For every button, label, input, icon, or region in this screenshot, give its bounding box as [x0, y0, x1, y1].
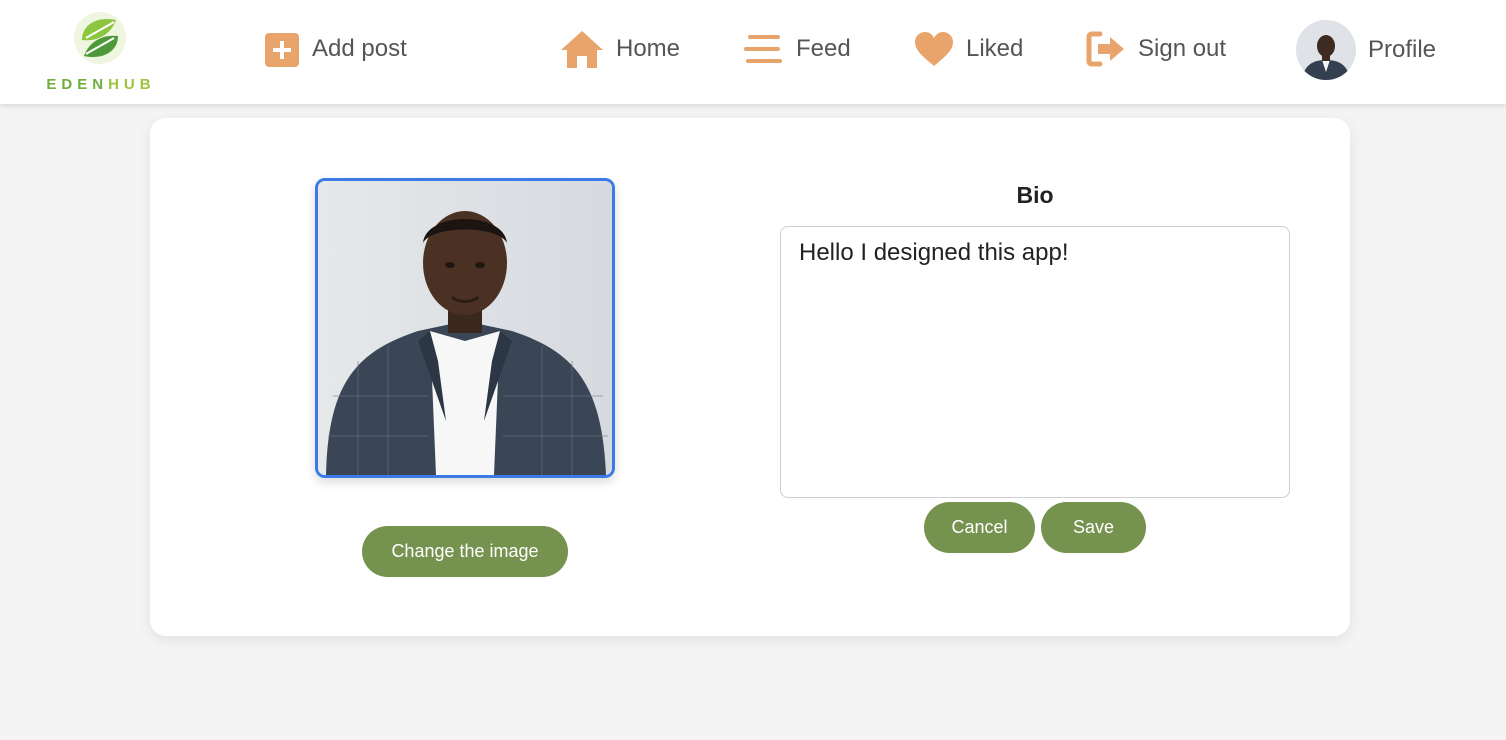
- nav-feed-label: Feed: [796, 35, 851, 62]
- leaf-logo-icon: [74, 12, 126, 64]
- bio-textarea[interactable]: Hello I designed this app!: [780, 226, 1290, 498]
- nav-home-label: Home: [616, 35, 681, 62]
- top-navbar: EDENHUB Add post Home Feed Liked Sign ou…: [0, 0, 1506, 104]
- nav-add-post[interactable]: Add post: [264, 26, 407, 72]
- nav-sign-out-label: Sign out: [1138, 35, 1227, 62]
- save-button[interactable]: Save: [1041, 502, 1146, 553]
- house-icon: [560, 29, 604, 69]
- cancel-button[interactable]: Cancel: [924, 502, 1035, 553]
- nav-liked[interactable]: Liked: [914, 26, 1023, 72]
- nav-home[interactable]: Home: [560, 26, 680, 72]
- bio-title: Bio: [1016, 182, 1054, 208]
- profile-photo-image: [318, 181, 612, 475]
- nav-feed[interactable]: Feed: [744, 26, 851, 72]
- nav-sign-out[interactable]: Sign out: [1086, 26, 1226, 72]
- profile-edit-card: Change the image Bio Hello I designed th…: [150, 118, 1350, 636]
- profile-photo: [315, 178, 615, 478]
- nav-add-post-label: Add post: [312, 35, 407, 62]
- nav-profile[interactable]: Profile: [1296, 20, 1436, 80]
- menu-lines-icon: [744, 33, 784, 65]
- change-image-button[interactable]: Change the image: [362, 526, 568, 577]
- nav-liked-label: Liked: [966, 35, 1024, 62]
- nav-profile-label: Profile: [1368, 36, 1437, 63]
- avatar: [1296, 20, 1356, 80]
- logo-wordmark: EDENHUB: [46, 76, 156, 93]
- sign-out-icon: [1086, 31, 1126, 67]
- heart-icon: [914, 31, 954, 67]
- plus-square-icon: [264, 31, 300, 67]
- edenhub-logo[interactable]: EDENHUB: [44, 10, 158, 94]
